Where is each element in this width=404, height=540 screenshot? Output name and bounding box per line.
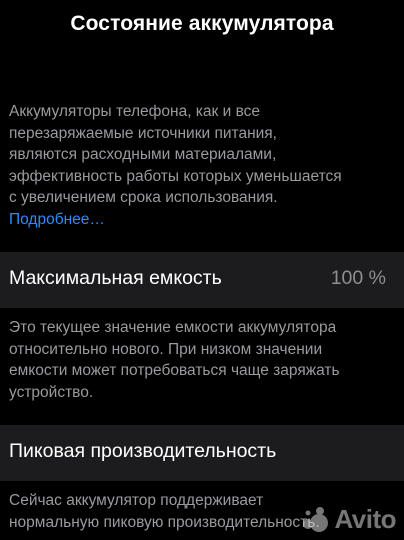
description-line: эффективность работы которых уменьшается [9, 167, 342, 185]
description-line: Аккумуляторы телефона, как и все [9, 103, 261, 120]
note-line: относительно нового. При низком значении [9, 340, 323, 358]
page-title: Состояние аккумулятора [70, 12, 334, 35]
description-line: являются расходными материалами, [9, 146, 277, 163]
max-capacity-row: Максимальная емкость 100 % [0, 252, 404, 308]
watermark-text: Avito [334, 503, 396, 534]
avito-watermark: Avito [300, 502, 396, 536]
note-line: Это текущее значение емкости аккумулятор… [9, 319, 337, 336]
max-capacity-note: Это текущее значение емкости аккумулятор… [9, 317, 399, 403]
battery-description: Аккумуляторы телефона, как и все перезар… [9, 101, 399, 230]
peak-performance-label: Пиковая производительность [9, 440, 277, 462]
description-line: с увеличением срока использования. [9, 189, 278, 206]
description-line: перезаряжаемые источники питания, [9, 124, 277, 142]
note-line: емкости может потребоваться чаще заряжат… [9, 362, 340, 379]
peak-performance-row: Пиковая производительность [0, 425, 404, 481]
max-capacity-label: Максимальная емкость [9, 267, 222, 289]
note-line: устройство. [9, 383, 94, 401]
max-capacity-value: 100 % [330, 267, 386, 289]
avito-logo-icon [300, 504, 330, 534]
learn-more-link[interactable]: Подробнее… [9, 211, 105, 228]
